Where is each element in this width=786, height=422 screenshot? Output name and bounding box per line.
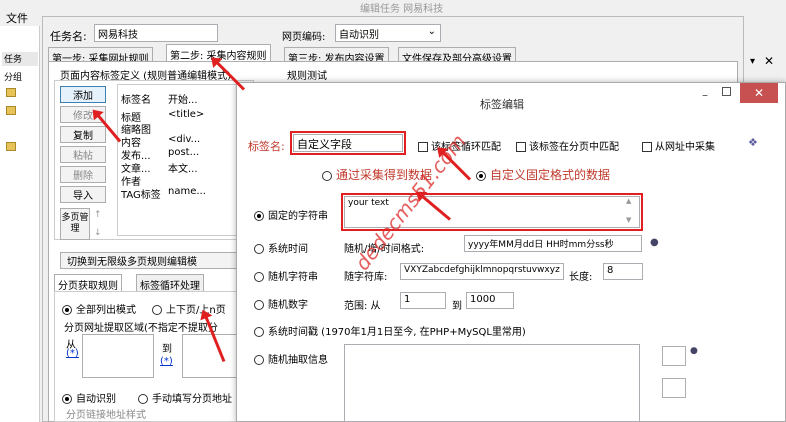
dialog-title: 标签编辑 [480,98,524,111]
menu-file[interactable]: 文件 [6,10,28,26]
left-tab-group[interactable]: 分组 [2,70,38,84]
help-icon[interactable]: ❖ [748,136,758,149]
opt-auto[interactable]: 自动识别 [62,390,116,405]
radio-system-time[interactable] [254,244,264,254]
opt-manual[interactable]: 手动填写分页地址 [138,390,232,405]
radio-collect[interactable] [322,170,332,181]
table-row-start: <div... [168,134,201,145]
radio-manual[interactable] [138,394,148,404]
multipage-button[interactable]: 多页管理 [60,208,90,240]
table-row-start: name... [168,186,206,197]
from-textarea[interactable] [82,334,154,378]
tree-node-icon[interactable] [6,142,16,151]
checkbox-url[interactable] [642,142,652,152]
opt-random-info[interactable]: 随机抽取信息 [254,351,328,366]
opt-all-mode[interactable]: 全部列出模式 [62,301,136,316]
range-from-label: 范围: 从 [344,301,381,312]
task-name-label: 任务名: [50,30,87,43]
switch-editor-button[interactable]: 切换到无限级多页规则编辑模 [60,252,250,269]
radio-random-number[interactable] [254,300,264,310]
edit-icon[interactable]: ● [690,346,698,356]
table-row-start: <title> [168,109,205,120]
range-to-label: 到 [452,301,462,312]
range-from-input[interactable]: 1 [400,292,446,309]
minimize-icon[interactable]: – [702,88,708,102]
mode-fixed[interactable]: 自定义固定格式的数据 [476,166,610,183]
col-header-name: 标签名 [121,95,151,106]
encoding-select[interactable]: 自动识别 ⌄ [335,24,441,42]
tree-node-icon[interactable] [6,88,16,97]
task-name-input[interactable]: 网易科技 [94,24,218,42]
to-star-link[interactable]: (*) [160,356,173,367]
rules-test-label: 规则测试 [287,71,327,82]
move-up-icon[interactable]: ↑ [94,210,106,222]
table-row-start: 本文... [168,164,198,175]
checkbox-page[interactable] [516,142,526,152]
checkbox-loop[interactable] [418,142,428,152]
left-tab-task[interactable]: 任务 [2,52,38,66]
title-fragment: 编辑任务 网易科技 [360,4,444,15]
chk-url-collect[interactable]: 从网址中采集 [642,138,715,153]
maximize-icon[interactable] [722,87,731,96]
chevron-down-icon: ⌄ [427,26,436,37]
info-icon[interactable]: ● [650,237,659,248]
paging-region-label: 分页网址提取区域(不指定不提取分 [64,323,218,334]
random-info-button-1[interactable] [662,346,686,366]
radio-timestamp[interactable] [254,327,264,337]
link-style-label: 分页链接地址样式 [66,410,146,421]
left-panel [0,26,40,422]
time-format-input[interactable]: yyyy年MM月dd日 HH时mm分ss秒 [464,235,642,252]
import-button[interactable]: 导入 [60,186,106,203]
delete-button[interactable]: 删除 [60,166,106,183]
col-header-start: 开始... [168,95,198,106]
range-to-input[interactable]: 1000 [466,292,514,309]
radio-random-string[interactable] [254,272,264,282]
tab-paging[interactable]: 分页获取规则 [54,274,122,292]
radio-auto[interactable] [62,394,72,404]
opt-random-string[interactable]: 随机字符串 [254,268,318,283]
random-info-button-2[interactable] [662,378,686,398]
opt-fixed-string[interactable]: 固定的字符串 [254,207,328,222]
tag-name-label: 标签名: [248,140,285,153]
chk-page-match[interactable]: 该标签在分页中匹配 [516,138,619,153]
opt-random-number[interactable]: 随机数字 [254,296,308,311]
encoding-label: 网页编码: [282,32,326,43]
paste-button[interactable]: 粘帖 [60,146,106,163]
highlight-tag-name [290,131,406,155]
radio-fixed[interactable] [476,170,486,181]
table-row-start: post... [168,147,200,158]
opt-system-time[interactable]: 系统时间 [254,240,308,255]
dialog-close-icon[interactable]: ✕ [740,83,778,103]
radio-updown[interactable] [152,305,162,315]
radio-all[interactable] [62,305,72,315]
table-row-name[interactable]: TAG标签 [121,186,161,201]
move-down-icon[interactable]: ↓ [94,228,106,240]
copy-button[interactable]: 复制 [60,126,106,143]
to-label: 到 [162,344,172,355]
length-input[interactable]: 8 [603,263,643,280]
tree-node-icon[interactable] [6,106,16,115]
add-button[interactable]: 添加 [60,86,106,103]
radio-random-info[interactable] [254,355,264,365]
opt-updown[interactable]: 上下页/上n页 [152,301,226,316]
dropdown-icon[interactable]: ▾ [750,56,755,67]
opt-timestamp[interactable]: 系统时间戳 (1970年1月1日至今, 在PHP+MySQL里常用) [254,323,526,338]
close-icon[interactable]: ✕ [764,54,774,68]
charset-input[interactable]: VXYZabcdefghijklmnopqrstuvwxyz [400,263,564,280]
from-star-link[interactable]: (*) [66,348,79,359]
length-label: 长度: [569,272,593,283]
random-info-textarea[interactable] [344,344,640,422]
radio-fixed-string[interactable] [254,211,264,221]
